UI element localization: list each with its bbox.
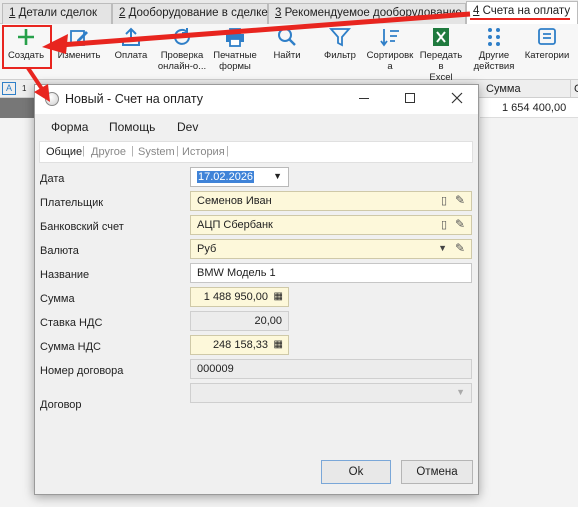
annotation-arrow-line xyxy=(59,11,471,48)
annotation-arrows xyxy=(26,11,471,102)
annotation-arrowhead xyxy=(42,34,68,54)
